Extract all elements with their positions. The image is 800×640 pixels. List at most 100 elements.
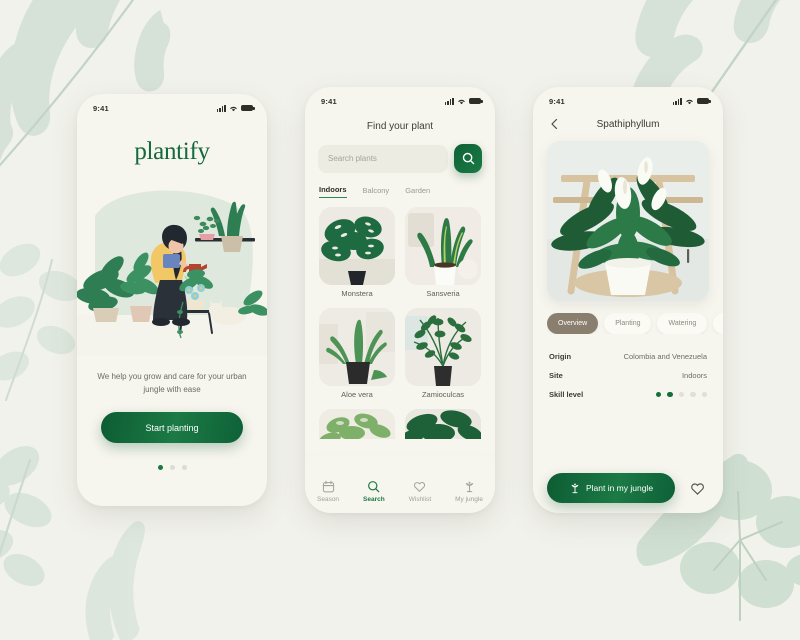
spec-value: Colombia and Venezuela (623, 352, 707, 361)
wifi-icon (686, 99, 693, 104)
skill-dot-5 (701, 391, 707, 398)
bottom-tab-bar: Season Search Wishlist My jungle (305, 469, 495, 513)
spec-value: Indoors (681, 371, 707, 380)
phone-mockups-row: 9:41 plantify We help you grow and care … (0, 0, 800, 600)
partial-plant-photo-left (319, 409, 395, 439)
detail-chip-tabs: Overview Planting Watering Light (547, 313, 723, 334)
plant-card-zamioculcas[interactable]: Zamioculcas (405, 308, 481, 399)
status-bar: 9:41 (305, 87, 495, 109)
search-icon (462, 152, 474, 165)
plant-card-aloe-vera[interactable]: Aloe vera (319, 308, 395, 399)
sprout-icon (465, 481, 473, 492)
sansveria-photo (405, 207, 481, 285)
spec-label: Origin (549, 352, 572, 361)
plant-name: Aloe vera (341, 390, 373, 399)
status-icons (672, 97, 711, 105)
tab-search[interactable]: Search (363, 480, 385, 503)
status-bar: 9:41 (533, 87, 723, 109)
spathiphyllum-peace-lily-photo (547, 141, 709, 301)
aloe-vera-photo (319, 308, 395, 386)
onboarding-tagline: We help you grow and care for your urban… (97, 372, 247, 394)
search-input[interactable] (318, 144, 448, 173)
skill-dot-1 (655, 391, 661, 398)
tab-label: Wishlist (408, 495, 432, 503)
detail-header: Spathiphyllum (533, 109, 723, 131)
tab-label: Season (317, 495, 340, 503)
zamioculcas-photo (405, 308, 481, 386)
sprout-icon (571, 483, 579, 494)
status-time: 9:41 (321, 96, 337, 106)
heart-icon (690, 482, 704, 495)
chevron-left-icon (550, 118, 557, 130)
tab-my-jungle[interactable]: My jungle (455, 480, 483, 503)
monstera-photo (319, 207, 395, 285)
signal-bars-icon (672, 97, 682, 105)
status-bar: 9:41 (77, 94, 267, 116)
plant-name: Zamioculcas (421, 390, 465, 399)
plant-card-monstera[interactable]: Monstera (319, 207, 395, 298)
plant-name: Monstera (341, 289, 373, 298)
detail-footer-actions: Plant in my jungle (533, 463, 723, 513)
tab-label: Search (363, 495, 385, 503)
battery-icon (469, 97, 483, 105)
battery-icon (697, 97, 711, 105)
woman-watering-plants-illustration (77, 176, 267, 356)
skill-dot-2 (667, 391, 673, 398)
spec-label: Skill level (549, 390, 584, 399)
plant-card-sansveria[interactable]: Sansveria (405, 207, 481, 298)
skill-dot-4 (690, 391, 696, 398)
wifi-icon (230, 106, 237, 111)
chip-watering[interactable]: Watering (657, 313, 708, 334)
chip-planting[interactable]: Planting (604, 313, 652, 334)
pagination-dot-1[interactable] (157, 465, 163, 470)
tab-season[interactable]: Season (317, 480, 339, 503)
status-icons (444, 97, 483, 105)
chip-light[interactable]: Light (713, 313, 723, 334)
category-tab-balcony[interactable]: Balcony (363, 185, 390, 198)
status-time: 9:41 (93, 103, 109, 113)
phone-screen-plant-detail: 9:41 Spathiphyllum Overview Planting Wat… (533, 87, 723, 513)
app-brand-title: plantify (134, 138, 210, 165)
spec-label: Site (549, 371, 563, 380)
battery-icon (241, 104, 255, 112)
spec-row-skill-level: Skill level (549, 385, 707, 404)
search-submit-button[interactable] (454, 144, 482, 173)
plant-card-partial-left[interactable] (319, 409, 395, 439)
calendar-icon (322, 480, 334, 492)
heart-icon (414, 481, 426, 492)
spec-row-site: Site Indoors (549, 366, 707, 385)
skill-level-indicator (655, 391, 707, 398)
signal-bars-icon (216, 104, 226, 112)
phone-screen-search: 9:41 Find your plant Indoors Balcony Gar… (305, 87, 495, 513)
plant-in-my-jungle-button[interactable]: Plant in my jungle (547, 473, 675, 503)
tab-wishlist[interactable]: Wishlist (409, 480, 431, 503)
pagination-dot-2[interactable] (169, 465, 175, 470)
signal-bars-icon (444, 97, 454, 105)
plant-card-partial-right[interactable] (405, 409, 481, 439)
search-row (318, 144, 482, 173)
button-label: Plant in my jungle (585, 483, 654, 493)
plant-spec-list: Origin Colombia and Venezuela Site Indoo… (549, 347, 707, 404)
page-title: Spathiphyllum (596, 118, 660, 130)
chip-overview[interactable]: Overview (547, 313, 599, 334)
category-tab-indoors[interactable]: Indoors (319, 185, 347, 198)
page-title: Find your plant (366, 121, 434, 132)
category-tab-garden[interactable]: Garden (405, 185, 430, 198)
status-icons (216, 104, 255, 112)
skill-dot-3 (678, 391, 684, 398)
start-planting-button[interactable]: Start planting (101, 412, 243, 443)
spec-row-origin: Origin Colombia and Venezuela (549, 347, 707, 366)
tab-label: My jungle (455, 495, 483, 503)
back-button[interactable] (547, 117, 561, 131)
wifi-icon (458, 99, 465, 104)
favorite-button[interactable] (685, 476, 709, 500)
search-icon (368, 480, 380, 492)
category-tabs: Indoors Balcony Garden (319, 185, 481, 198)
status-time: 9:41 (549, 96, 565, 106)
partial-plant-photo-right (405, 409, 481, 439)
plant-name: Sansveria (426, 289, 460, 298)
onboarding-pagination[interactable] (77, 465, 267, 470)
pagination-dot-3[interactable] (181, 465, 187, 470)
plant-grid: Monstera Sansveria Aloe vera Zamioculcas (319, 207, 481, 439)
phone-screen-onboarding: 9:41 plantify We help you grow and care … (77, 94, 267, 506)
